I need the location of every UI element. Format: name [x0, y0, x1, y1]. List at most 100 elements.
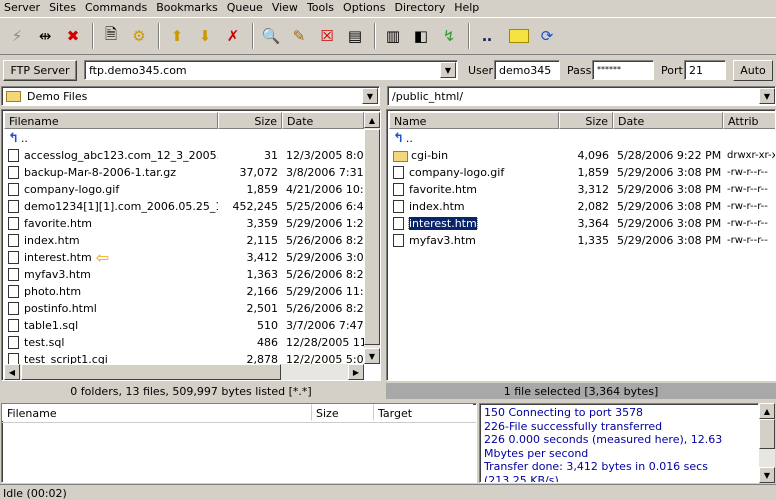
password-input[interactable]: ******	[592, 60, 654, 80]
pass-label: Pass	[567, 64, 592, 77]
queue-col-target[interactable]: Target	[373, 404, 473, 421]
remote-path-dropdown-icon[interactable]: ▼	[759, 88, 775, 104]
menu-server[interactable]: Server	[0, 0, 45, 15]
local-file-row[interactable]: ↰..	[4, 130, 364, 147]
menu-help[interactable]: Help	[450, 0, 484, 15]
abort-icon[interactable]: ✖	[60, 24, 86, 48]
queue-col-size[interactable]: Size	[311, 404, 373, 421]
local-file-row[interactable]: myfav3.htm 1,363 5/26/2006 8:23	[4, 266, 364, 283]
sync-icon[interactable]: ⟳	[534, 24, 560, 48]
remote-col-date[interactable]: Date	[613, 112, 723, 129]
scroll-up-icon[interactable]: ▲	[364, 112, 380, 128]
local-col-date[interactable]: Date	[282, 112, 364, 129]
local-file-row[interactable]: company-logo.gif 1,859 4/21/2006 10:2	[4, 181, 364, 198]
folder-icon[interactable]	[506, 24, 532, 48]
view-icon[interactable]: 🔍	[258, 24, 284, 48]
file-date: 5/29/2006 3:08 PM	[617, 183, 722, 196]
file-size: 2,501	[246, 302, 279, 315]
host-dropdown-icon[interactable]: ▼	[440, 62, 456, 78]
log-scroll-thumb[interactable]	[759, 419, 775, 449]
local-col-size[interactable]: Size	[218, 112, 282, 129]
menu-tools[interactable]: Tools	[303, 0, 339, 15]
move-icon[interactable]: ◧	[408, 24, 434, 48]
upload-icon[interactable]: ⬆	[164, 24, 190, 48]
scroll-down-icon[interactable]: ▼	[759, 467, 775, 483]
command-icon[interactable]: ‥	[474, 24, 500, 48]
rename-icon[interactable]: ▥	[380, 24, 406, 48]
scroll-right-icon[interactable]: ▶	[348, 364, 364, 380]
local-file-row[interactable]: postinfo.html 2,501 5/26/2006 8:29	[4, 300, 364, 317]
user-input[interactable]: demo345	[494, 60, 560, 80]
scroll-down-icon[interactable]: ▼	[364, 348, 380, 364]
menu-sites[interactable]: Sites	[45, 0, 81, 15]
log-vertical-scrollbar[interactable]: ▲ ▼	[759, 403, 775, 483]
remote-col-size[interactable]: Size	[559, 112, 613, 129]
local-file-row[interactable]: interest.htm ⇦ 3,412 5/29/2006 3:09	[4, 249, 364, 266]
remote-file-list[interactable]: Name Size Date Attrib ↰.. cgi-bin 4,096 5/2…	[386, 109, 776, 381]
log-line: 226 0.000 seconds (measured here), 12.63…	[484, 433, 723, 460]
remote-file-row[interactable]: index.htm 2,082 5/29/2006 3:08 PM -rw-r--r-…	[389, 198, 775, 215]
remote-file-row[interactable]: company-logo.gif 1,859 5/29/2006 3:08 PM -r…	[389, 164, 775, 181]
remote-file-row[interactable]: cgi-bin 4,096 5/28/2006 9:22 PM drwxr-xr-x	[389, 147, 775, 164]
file-name: index.htm	[24, 233, 80, 247]
local-col-filename[interactable]: Filename	[4, 112, 218, 129]
host-input[interactable]: ftp.demo345.com	[84, 60, 458, 80]
local-path-field[interactable]: Demo Files	[1, 86, 380, 106]
local-file-row[interactable]: index.htm 2,115 5/26/2006 8:23	[4, 232, 364, 249]
local-file-row[interactable]: backup-Mar-8-2006-1.tar.gz 37,072 3/8/2006…	[4, 164, 364, 181]
local-file-list[interactable]: Filename Size Date ↰.. accesslog_abc123.c…	[1, 109, 381, 381]
remote-col-attrib[interactable]: Attrib	[723, 112, 775, 129]
local-file-row[interactable]: test.sql 486 12/28/2005 11:	[4, 334, 364, 351]
refresh-icon[interactable]: ↯	[436, 24, 462, 48]
local-hscroll-thumb[interactable]	[21, 364, 281, 380]
file-size: 2,115	[246, 234, 279, 247]
file-icon	[8, 268, 19, 282]
file-size: 4,096	[577, 149, 610, 162]
delete-icon[interactable]: ✗	[220, 24, 246, 48]
ftp-server-button[interactable]: FTP Server	[3, 60, 77, 81]
site-manager-icon[interactable]: 🗎	[98, 24, 124, 48]
queue-col-filename[interactable]: Filename	[2, 404, 311, 421]
scroll-up-icon[interactable]: ▲	[759, 403, 775, 419]
port-input[interactable]: 21	[684, 60, 726, 80]
quick-connect-icon[interactable]: ⚙	[126, 24, 152, 48]
menu-view[interactable]: View	[268, 0, 303, 15]
local-horizontal-scrollbar[interactable]: ◀ ▶	[4, 364, 364, 380]
local-file-row[interactable]: demo1234[1][1].com_2006.05.25_17.46 452,2…	[4, 198, 364, 215]
transfer-queue[interactable]: Filename Size Target	[1, 403, 477, 483]
menu-bookmarks[interactable]: Bookmarks	[152, 0, 222, 15]
file-size: 3,364	[577, 217, 610, 230]
menu-directory[interactable]: Directory	[391, 0, 451, 15]
file-date: 5/26/2006 8:23	[286, 234, 364, 247]
file-name: myfav3.htm	[24, 267, 91, 281]
scroll-left-icon[interactable]: ◀	[4, 364, 20, 380]
menu-options[interactable]: Options	[339, 0, 390, 15]
menu-queue[interactable]: Queue	[223, 0, 268, 15]
connect-icon[interactable]: ⚡	[4, 24, 30, 48]
disconnect-icon[interactable]: ⇹	[32, 24, 58, 48]
local-path-dropdown-icon[interactable]: ▼	[362, 88, 378, 104]
download-icon[interactable]: ⬇	[192, 24, 218, 48]
menu-commands[interactable]: Commands	[81, 0, 152, 15]
local-file-row[interactable]: accesslog_abc123.com_12_3_2005.gz 31 12/3/…	[4, 147, 364, 164]
file-date: 4/21/2006 10:2	[286, 183, 364, 196]
file-name: test.sql	[24, 335, 65, 349]
remote-file-row[interactable]: ↰..	[389, 130, 775, 147]
remote-path-field[interactable]: /public_html/	[387, 86, 776, 106]
remote-col-name[interactable]: Name	[389, 112, 559, 129]
edit-icon[interactable]: ✎	[286, 24, 312, 48]
local-file-row[interactable]: photo.htm 2,166 5/29/2006 11:3	[4, 283, 364, 300]
remote-file-row[interactable]: myfav3.htm 1,335 5/29/2006 3:08 PM -rw-r--r…	[389, 232, 775, 249]
properties-icon[interactable]: ▤	[342, 24, 368, 48]
local-file-row[interactable]: table1.sql 510 3/7/2006 7:47 A	[4, 317, 364, 334]
file-name: accesslog_abc123.com_12_3_2005.gz	[24, 148, 218, 162]
remote-file-row[interactable]: favorite.htm 3,312 5/29/2006 3:08 PM -rw-r-…	[389, 181, 775, 198]
cancel-icon[interactable]: ☒	[314, 24, 340, 48]
local-file-row[interactable]: favorite.htm 3,359 5/29/2006 1:24	[4, 215, 364, 232]
remote-file-row[interactable]: interest.htm 3,364 5/29/2006 3:08 PM -rw-r-…	[389, 215, 775, 232]
local-vertical-scrollbar[interactable]: ▲ ▼	[364, 112, 380, 364]
user-label: User	[468, 64, 494, 77]
local-scroll-thumb[interactable]	[364, 129, 380, 345]
auto-button[interactable]: Auto	[733, 60, 773, 81]
log-window[interactable]: 150 Connecting to port 3578 226-File suc…	[479, 403, 759, 483]
